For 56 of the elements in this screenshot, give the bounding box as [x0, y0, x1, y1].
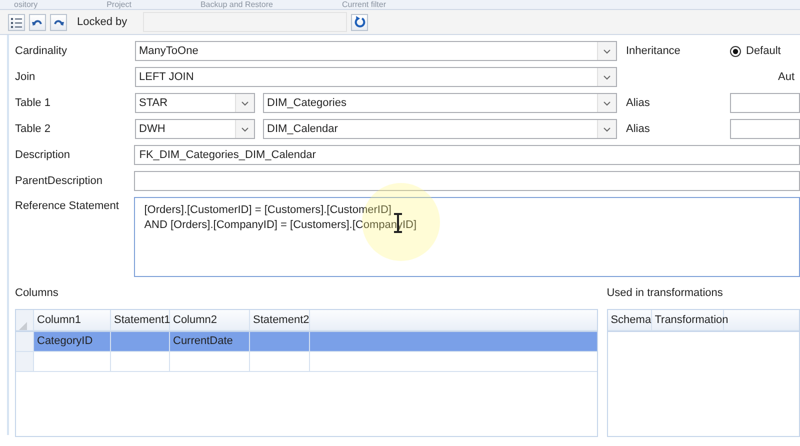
- dropdown[interactable]: LEFT JOIN: [135, 67, 617, 87]
- alias-field[interactable]: [730, 119, 800, 139]
- section-label: Columns: [15, 287, 58, 299]
- chevron-down-icon: [597, 94, 616, 112]
- column-header[interactable]: Statement2: [250, 310, 310, 331]
- parent-description-field[interactable]: [134, 171, 800, 191]
- table-cell: CurrentDate: [170, 332, 250, 352]
- table-cell: [250, 352, 310, 372]
- field-label: Reference Statement: [15, 199, 120, 212]
- dropdown[interactable]: DWH: [135, 119, 255, 139]
- field-label: Inheritance: [626, 45, 682, 57]
- alias-field[interactable]: [730, 93, 800, 113]
- section-label: Used in transformations: [606, 287, 723, 299]
- column-header[interactable]: Column2: [170, 310, 250, 331]
- chevron-down-icon: [235, 94, 254, 112]
- select-all-corner[interactable]: [16, 310, 34, 331]
- locked-by-label: Locked by: [77, 16, 128, 28]
- chevron-down-icon: [235, 120, 254, 138]
- redo-button[interactable]: [50, 14, 67, 30]
- grid-row[interactable]: CategoryID CurrentDate: [16, 332, 597, 352]
- column-header[interactable]: Column1: [34, 310, 111, 331]
- field-label: ParentDescription: [15, 175, 104, 187]
- field-label: Alias: [626, 123, 651, 135]
- refresh-icon: [354, 16, 366, 28]
- field-label: Alias: [626, 97, 651, 109]
- undo-icon: [32, 18, 43, 26]
- field-label: Table 2: [15, 123, 52, 135]
- column-header[interactable]: Schema: [608, 310, 652, 331]
- radio-label: Aut: [778, 71, 795, 83]
- table-cell: [250, 332, 310, 352]
- chevron-down-icon: [597, 68, 616, 86]
- field-label: Join: [15, 71, 36, 83]
- field-label: Description: [15, 149, 72, 161]
- dropdown[interactable]: DIM_Calendar: [263, 119, 617, 139]
- dropdown[interactable]: ManyToOne: [135, 41, 617, 61]
- field-label: Cardinality: [15, 45, 68, 57]
- list-icon: [11, 16, 22, 28]
- description-field[interactable]: FK_DIM_Categories_DIM_Calendar: [134, 145, 800, 165]
- corner-triangle-icon: [19, 322, 27, 330]
- chevron-down-icon: [597, 42, 616, 60]
- table-cell: [111, 352, 170, 372]
- row-header[interactable]: [16, 352, 34, 372]
- list-view-button[interactable]: [8, 14, 25, 30]
- refresh-button[interactable]: [351, 14, 368, 30]
- field-label: Table 1: [15, 97, 52, 109]
- table-cell: CategoryID: [34, 332, 111, 352]
- radio-button[interactable]: [730, 46, 741, 56]
- row-header[interactable]: [16, 332, 34, 352]
- redo-icon: [53, 18, 64, 26]
- column-header[interactable]: Statement1: [111, 310, 170, 331]
- dropdown[interactable]: DIM_Categories: [263, 93, 617, 113]
- table-cell: [111, 332, 170, 352]
- radio-label: Default: [746, 45, 781, 57]
- undo-button[interactable]: [29, 14, 46, 30]
- chevron-down-icon: [597, 120, 616, 138]
- dropdown[interactable]: STAR: [135, 93, 255, 113]
